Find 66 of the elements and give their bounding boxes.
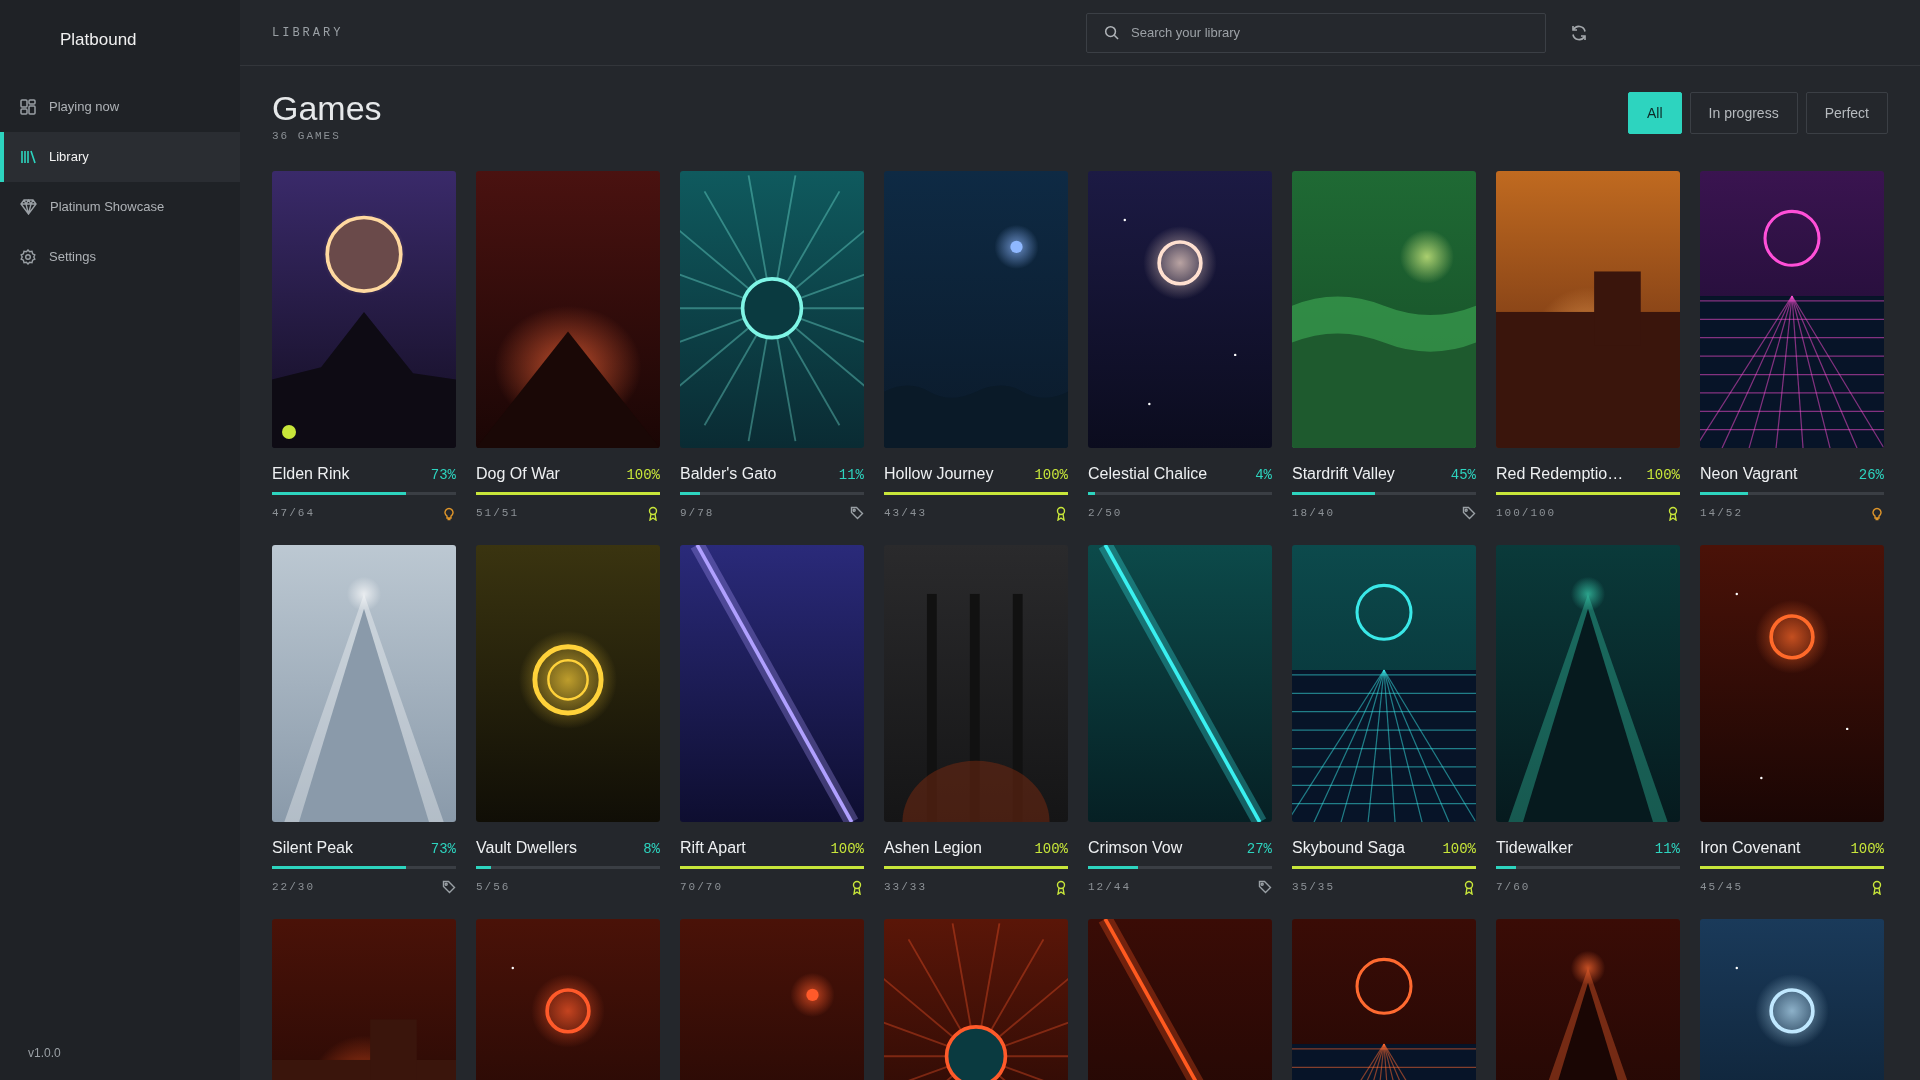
game-title: Neon Vagrant bbox=[1700, 464, 1798, 484]
page-title: Games bbox=[272, 88, 382, 128]
trophy-count: 2/50 bbox=[1088, 506, 1123, 521]
completion-percent: 11% bbox=[838, 466, 864, 485]
completion-percent: 100% bbox=[830, 840, 864, 859]
filter-button[interactable]: Perfect bbox=[1805, 92, 1888, 134]
trophy-count: 35/35 bbox=[1292, 880, 1335, 895]
trophy-count: 33/33 bbox=[884, 880, 927, 895]
game-title: Vault Dwellers bbox=[476, 838, 578, 858]
game-title: Celestial Chalice bbox=[1088, 464, 1208, 484]
game-title: Rift Apart bbox=[680, 838, 746, 858]
game-title: Silent Peak bbox=[272, 838, 353, 858]
version-label: v1.0.0 bbox=[28, 1045, 61, 1062]
trophy-count: 9/78 bbox=[680, 506, 715, 521]
completion-percent: 73% bbox=[430, 840, 456, 859]
sidebar-item[interactable]: Playing now bbox=[0, 82, 240, 132]
completion-percent: 100% bbox=[1442, 840, 1476, 859]
trophy-count: 51/51 bbox=[476, 506, 519, 521]
trophy-count: 47/64 bbox=[272, 506, 315, 521]
trophy-count: 45/45 bbox=[1700, 880, 1743, 895]
completion-percent: 45% bbox=[1450, 466, 1476, 485]
diamond-icon bbox=[20, 199, 37, 215]
game-title: Elden Rink bbox=[272, 464, 350, 484]
trophy-count: 18/40 bbox=[1292, 506, 1335, 521]
filter-button[interactable]: In progress bbox=[1689, 92, 1798, 134]
trophy-count: 12/44 bbox=[1088, 880, 1131, 895]
app-title: Platbound bbox=[59, 29, 138, 51]
game-title: Crimson Vow bbox=[1088, 838, 1183, 858]
completion-percent: 26% bbox=[1858, 466, 1884, 485]
trophy-count: 70/70 bbox=[680, 880, 723, 895]
completion-percent: 100% bbox=[1034, 466, 1068, 485]
game-title: Balder's Gato bbox=[680, 464, 777, 484]
completion-percent: 100% bbox=[626, 466, 660, 485]
completion-percent: 8% bbox=[643, 840, 660, 859]
game-title: Tidewalker bbox=[1496, 838, 1573, 858]
game-title: Stardrift Valley bbox=[1292, 464, 1395, 484]
refresh-icon[interactable] bbox=[1570, 23, 1588, 42]
completion-percent: 100% bbox=[1646, 466, 1680, 485]
game-title: Red Redemptio… bbox=[1496, 464, 1624, 484]
game-title: Skybound Saga bbox=[1292, 838, 1405, 858]
completion-percent: 4% bbox=[1255, 466, 1272, 485]
game-title: Hollow Journey bbox=[884, 464, 994, 484]
section-title: LIBRARY bbox=[272, 24, 345, 42]
completion-percent: 11% bbox=[1654, 840, 1680, 859]
game-title: Ashen Legion bbox=[884, 838, 982, 858]
completion-percent: 73% bbox=[430, 466, 456, 485]
trophy-count: 5/56 bbox=[476, 880, 511, 895]
settings-icon bbox=[20, 249, 36, 265]
trophy-count: 100/100 bbox=[1496, 506, 1557, 521]
trophy-count: 43/43 bbox=[884, 506, 927, 521]
game-title: Dog Of War bbox=[476, 464, 560, 484]
search-field[interactable]: Search your library bbox=[1086, 12, 1546, 53]
trophy-count: 14/52 bbox=[1700, 506, 1743, 521]
completion-percent: 100% bbox=[1034, 840, 1068, 859]
sidebar-item[interactable]: Platinum Showcase bbox=[0, 182, 240, 232]
game-title: Iron Covenant bbox=[1700, 838, 1801, 858]
filter-button[interactable]: All bbox=[1628, 92, 1682, 134]
grid-icon bbox=[20, 99, 36, 115]
library-icon bbox=[20, 149, 36, 165]
trophy-count: 22/30 bbox=[272, 880, 315, 895]
game-count: 36 GAMES bbox=[272, 129, 342, 144]
completion-percent: 100% bbox=[1850, 840, 1884, 859]
sidebar-item[interactable]: Library bbox=[0, 132, 240, 182]
completion-percent: 27% bbox=[1246, 840, 1272, 859]
trophy-count: 7/60 bbox=[1496, 880, 1531, 895]
sidebar-item[interactable]: Settings bbox=[0, 232, 240, 282]
